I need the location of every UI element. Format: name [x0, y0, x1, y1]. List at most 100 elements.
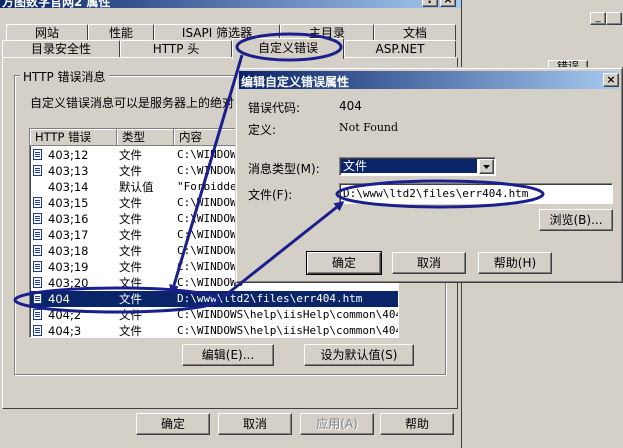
cell-http-error: 404;2: [48, 308, 82, 322]
dialog-close-button[interactable]: ×: [603, 73, 619, 87]
cell-type: 文件: [119, 308, 142, 322]
column-header-type[interactable]: 类型: [117, 129, 174, 146]
document-icon: [33, 277, 42, 288]
cancel-button-label: 取消: [242, 417, 267, 431]
cell-content: C:\WINDOWS\help\iisHelp\common\404b.h: [177, 308, 399, 321]
error-code-label: 错误代码:: [248, 101, 301, 115]
tab-directory-security[interactable]: 目录安全性: [2, 40, 120, 57]
document-icon: [33, 165, 42, 176]
cell-type: 文件: [119, 244, 142, 258]
cell-type: 文件: [119, 324, 142, 338]
chevron-down-icon[interactable]: [479, 159, 494, 174]
file-label: 文件(F):: [248, 188, 293, 202]
message-type-selected: 文件: [341, 159, 477, 173]
tab-documents[interactable]: 文档: [374, 24, 456, 40]
cell-http-error: 403;18: [48, 244, 89, 258]
cell-type: 文件: [119, 196, 142, 210]
tab-custom-errors[interactable]: 自定义错误: [232, 38, 344, 59]
edit-custom-error-dialog: 编辑自定义错误属性 × 错误代码: 404 定义: Not Found 消息类型…: [235, 67, 623, 283]
edit-button-label: 编辑(E)...: [201, 348, 255, 362]
cell-content: D:\www\ltd2\files\err404.htm: [177, 292, 363, 305]
tab-label: 网站: [34, 26, 59, 40]
tab-label: 性能: [108, 26, 133, 40]
tab-performance[interactable]: 性能: [88, 24, 154, 40]
cell-type: 文件: [119, 228, 142, 242]
cell-type: 文件: [119, 164, 142, 178]
cell-http-error: 403;12: [48, 148, 89, 162]
ok-button-label: 确定: [160, 417, 185, 431]
table-row[interactable]: 404;2 文件 C:\WINDOWS\help\iisHelp\common\40…: [30, 307, 399, 323]
dialog-titlebar: 编辑自定义错误属性 ×: [239, 71, 619, 89]
cell-http-error: 403;13: [48, 164, 89, 178]
dialog-help-button-label: 帮助(H): [493, 256, 537, 270]
browse-button-label: 浏览(B)...: [549, 213, 603, 227]
dialog-ok-button[interactable]: 确定: [306, 251, 382, 275]
set-default-button[interactable]: 设为默认值(S): [304, 344, 414, 366]
help-button-label: 帮助: [404, 417, 429, 431]
cell-http-error: 403;14: [48, 180, 89, 194]
document-icon: [33, 245, 42, 256]
table-row[interactable]: 404;3 文件 C:\WINDOWS\help\iisHelp\common\40…: [30, 323, 399, 338]
help-titlebar-button[interactable]: ?: [422, 0, 438, 7]
document-icon: [33, 261, 42, 272]
dialog-help-button[interactable]: 帮助(H): [478, 252, 552, 274]
cell-http-error: 404: [48, 292, 70, 306]
dialog-title: 编辑自定义错误属性: [241, 75, 350, 89]
document-icon: [33, 229, 42, 240]
tab-http-headers[interactable]: HTTP 头: [120, 40, 232, 57]
browse-button[interactable]: 浏览(B)...: [539, 209, 613, 231]
dialog-ok-button-label: 确定: [331, 256, 356, 270]
definition-label: 定义:: [248, 123, 277, 137]
message-type-label: 消息类型(M):: [248, 162, 320, 176]
cell-http-error: 403;16: [48, 212, 89, 226]
tab-label: 文档: [402, 26, 427, 40]
file-path-value: D:\www\ltd2\files\err404.htm: [343, 187, 529, 200]
cell-type: 文件: [119, 148, 142, 162]
table-row[interactable]: 404 文件 D:\www\ltd2\files\err404.htm: [30, 291, 398, 307]
cancel-button[interactable]: 取消: [218, 413, 292, 435]
tab-label: 自定义错误: [257, 41, 318, 55]
cell-http-error: 404;3: [48, 324, 82, 338]
document-icon: [33, 325, 42, 336]
cell-content: C:\WINDOWS\help\iisHelp\common\404b.h: [177, 324, 399, 337]
group-description: 自定义错误消息可以是服务器上的绝对: [30, 96, 235, 110]
file-path-input[interactable]: D:\www\ltd2\files\err404.htm: [339, 183, 613, 204]
tab-aspnet[interactable]: ASP.NET: [344, 40, 456, 57]
edit-button[interactable]: 编辑(E)...: [182, 344, 274, 366]
apply-button-label: 应用(A): [316, 417, 358, 431]
cell-http-error: 403;20: [48, 276, 89, 290]
cell-http-error: 403;15: [48, 196, 89, 210]
tab-label: 目录安全性: [30, 42, 91, 56]
apply-button[interactable]: 应用(A): [300, 413, 374, 435]
properties-titlebar: 方图数字官网2 属性 ? ×: [0, 0, 461, 9]
tab-website[interactable]: 网站: [6, 24, 88, 40]
definition-value: Not Found: [339, 121, 399, 134]
cell-type: 文件: [119, 292, 142, 306]
group-title: HTTP 错误消息: [20, 68, 109, 85]
error-code-value: 404: [339, 99, 362, 113]
document-icon: [33, 293, 42, 304]
dialog-cancel-button[interactable]: 取消: [392, 252, 466, 274]
tab-label: HTTP 头: [152, 42, 200, 56]
close-titlebar-button[interactable]: ×: [440, 0, 456, 7]
cell-type: 文件: [119, 260, 142, 274]
tab-label: ASP.NET: [375, 42, 425, 56]
column-header-http-error[interactable]: HTTP 错误: [30, 129, 117, 146]
cell-http-error: 403;17: [48, 228, 89, 242]
document-icon: [33, 213, 42, 224]
help-button[interactable]: 帮助: [380, 413, 454, 435]
document-icon: [33, 197, 42, 208]
set-default-button-label: 设为默认值(S): [320, 348, 398, 362]
document-icon: [33, 149, 42, 160]
ok-button[interactable]: 确定: [136, 413, 210, 435]
dialog-cancel-button-label: 取消: [416, 256, 441, 270]
bg-restore-button[interactable]: [606, 12, 622, 25]
cell-type: 文件: [119, 212, 142, 226]
document-icon: [33, 309, 42, 320]
properties-title: 方图数字官网2 属性: [2, 0, 111, 9]
cell-http-error: 403;19: [48, 260, 89, 274]
message-type-value: 文件: [343, 159, 368, 173]
cell-type: 文件: [119, 276, 142, 290]
message-type-select[interactable]: 文件: [339, 157, 496, 176]
bg-minimize-button[interactable]: _: [590, 12, 606, 25]
